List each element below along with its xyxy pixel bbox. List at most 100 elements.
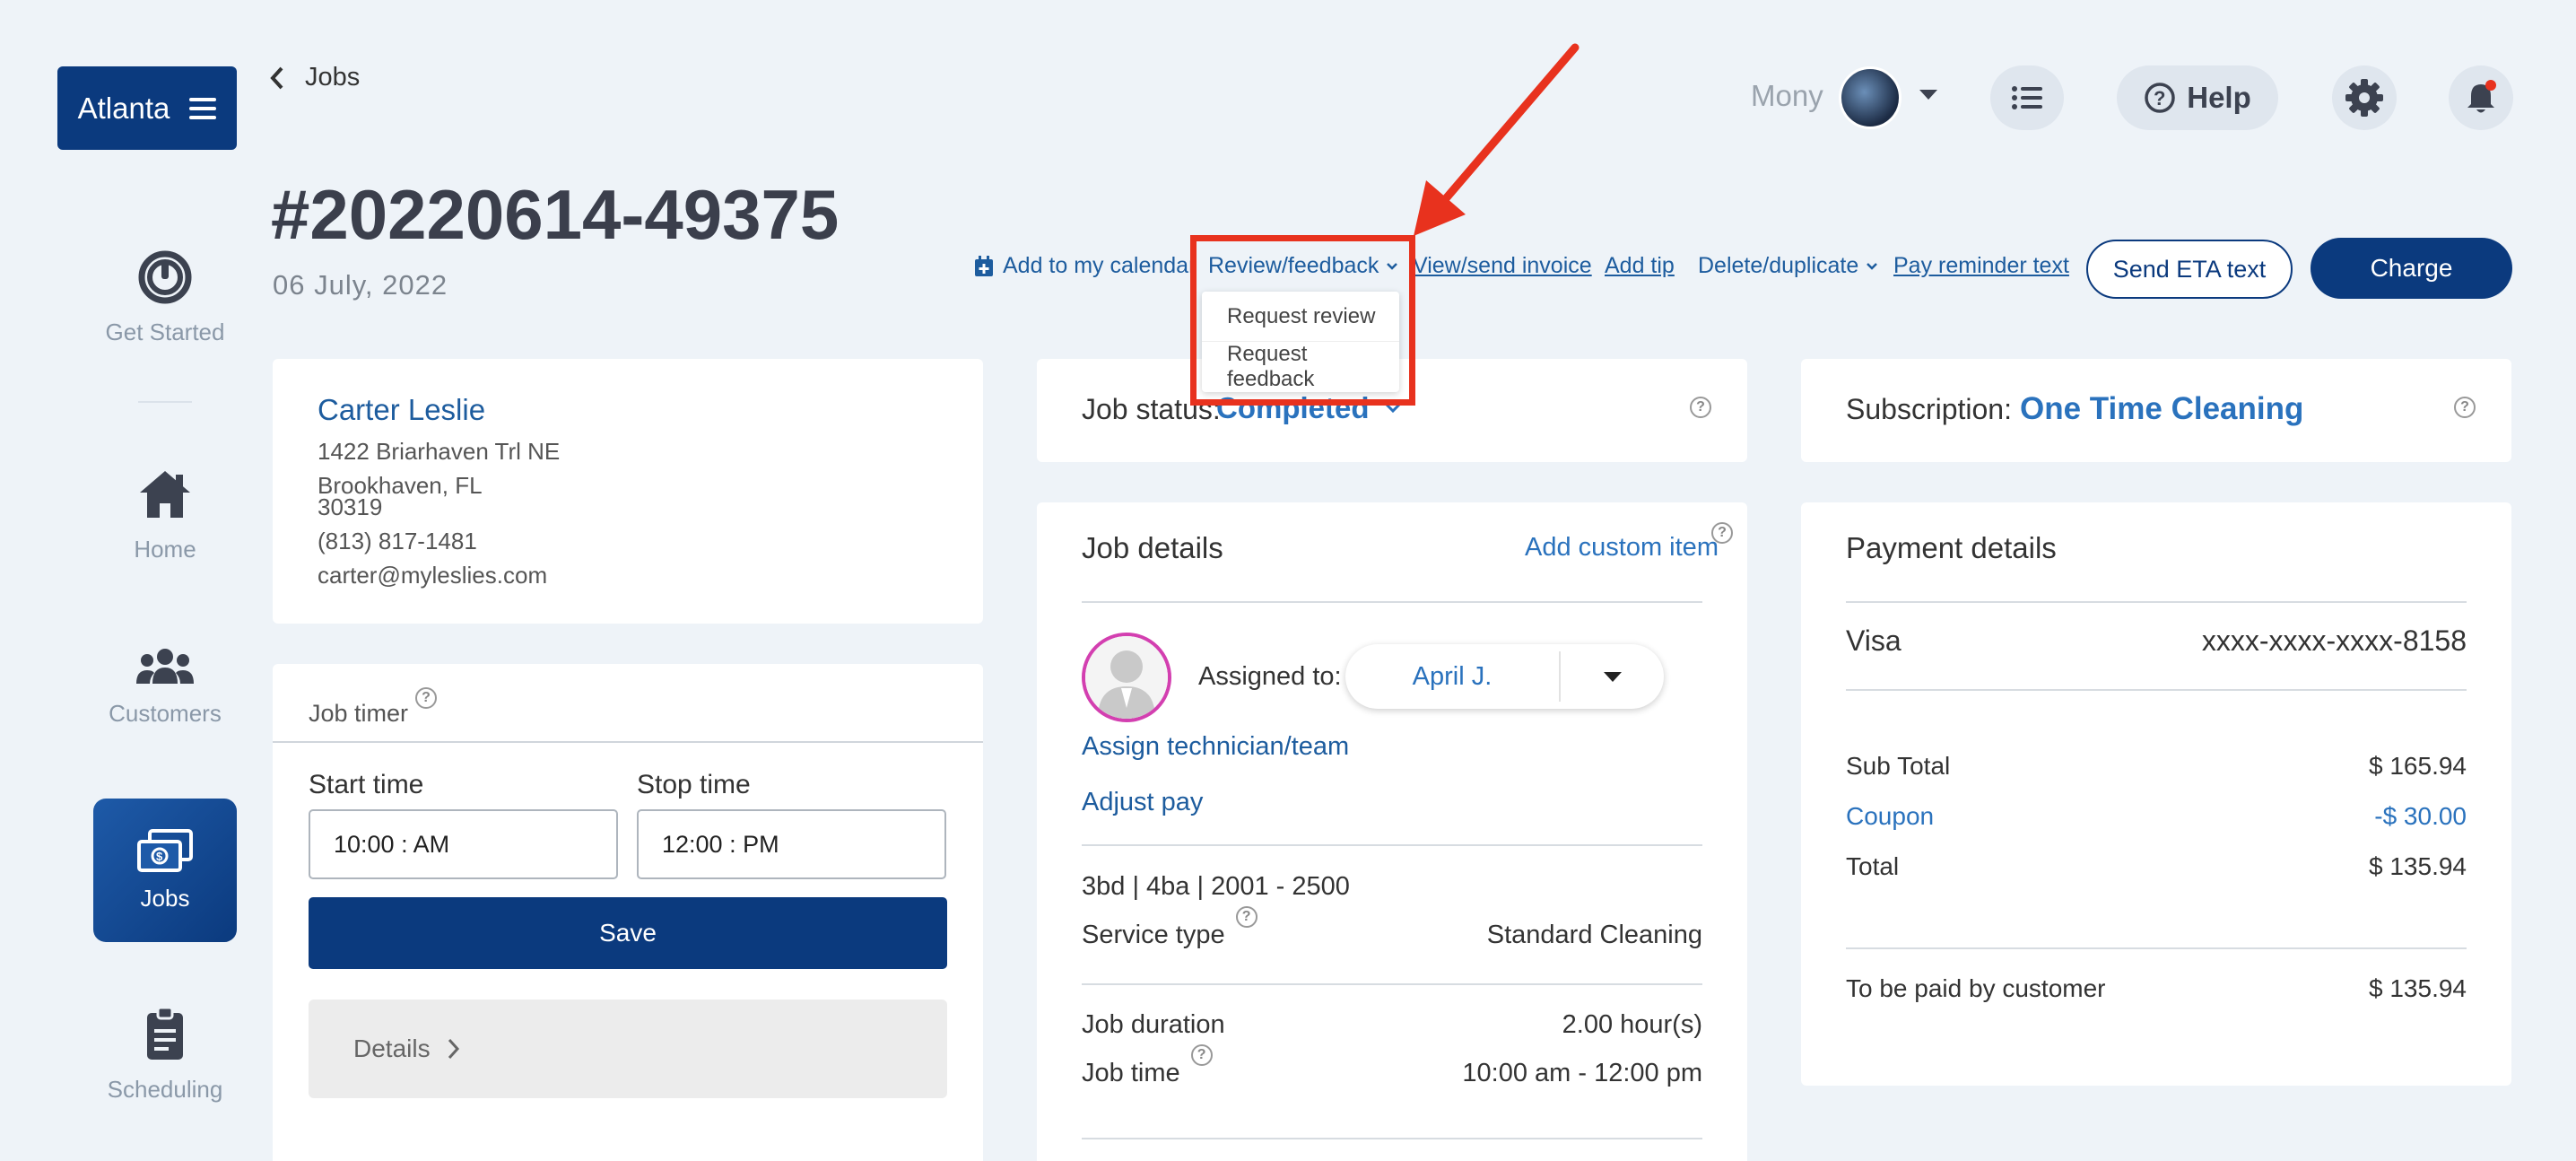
- service-type-value: Standard Cleaning: [1486, 921, 1702, 949]
- svg-text:$: $: [156, 850, 163, 863]
- bell-icon: [2467, 80, 2496, 113]
- property-info: 3bd | 4ba | 2001 - 2500: [1082, 872, 1350, 901]
- subtotal-row: Sub Total $ 165.94: [1846, 752, 2467, 781]
- svg-text:?: ?: [2154, 87, 2165, 109]
- details-toggle[interactable]: Details: [309, 1000, 947, 1098]
- job-details-card: Job details Add custom item ? Assigned t…: [1037, 502, 1747, 1161]
- nav-label: Customers: [109, 699, 222, 727]
- technician-select[interactable]: April J.: [1345, 644, 1664, 709]
- chevron-right-icon: [448, 1038, 459, 1060]
- notifications-button[interactable]: [2449, 65, 2513, 130]
- chevron-left-icon: [270, 66, 283, 89]
- service-type-label: Service type: [1082, 921, 1225, 949]
- job-date: 06 July, 2022: [273, 269, 448, 301]
- view-send-invoice-link[interactable]: View/send invoice: [1413, 253, 1592, 279]
- divider: [1846, 601, 2467, 603]
- total-row: Total $ 135.94: [1846, 852, 2467, 881]
- nav-label: Home: [134, 535, 196, 563]
- clipboard-icon: [147, 1006, 183, 1060]
- coupon-label[interactable]: Coupon: [1846, 802, 1934, 831]
- chevron-down-icon: [1867, 262, 1878, 270]
- assign-technician-link[interactable]: Assign technician/team: [1082, 732, 1349, 762]
- location-label: Atlanta: [77, 91, 170, 125]
- help-button[interactable]: ? Help: [2117, 65, 2278, 130]
- customer-phone: (813) 817-1481: [318, 528, 477, 554]
- nav-divider: [138, 401, 192, 403]
- avatar[interactable]: [1839, 66, 1902, 129]
- divider: [1082, 601, 1702, 603]
- customer-zip: 30319: [318, 493, 383, 520]
- pay-reminder-link[interactable]: Pay reminder text: [1893, 253, 2069, 279]
- calendar-plus-icon: [975, 255, 993, 276]
- divider: [1846, 947, 2467, 949]
- subscription-value: One Time Cleaning: [2020, 391, 2304, 426]
- help-circle-icon[interactable]: ?: [415, 687, 438, 709]
- job-details-title: Job details: [1082, 531, 1223, 564]
- job-time-label: Job time: [1082, 1059, 1180, 1087]
- back-to-jobs-link[interactable]: Jobs: [269, 63, 360, 92]
- customer-address-line1: 1422 Briarhaven Trl NE: [318, 438, 561, 465]
- divider: [1082, 844, 1702, 846]
- coupon-value: -$ 30.00: [2374, 802, 2467, 830]
- home-icon: [140, 470, 190, 518]
- adjust-pay-link[interactable]: Adjust pay: [1082, 788, 1203, 817]
- nav-jobs[interactable]: $ Jobs: [93, 799, 237, 942]
- location-menu-button[interactable]: Atlanta: [57, 66, 237, 150]
- nav-get-started[interactable]: Get Started: [54, 239, 276, 355]
- list-view-button[interactable]: [1990, 65, 2064, 130]
- customer-email: carter@myleslies.com: [318, 562, 548, 589]
- customer-card: Carter Leslie 1422 Briarhaven Trl NE Bro…: [273, 359, 983, 624]
- settings-button[interactable]: [2332, 65, 2397, 130]
- delete-duplicate-dropdown[interactable]: Delete/duplicate: [1698, 253, 1878, 279]
- add-to-calendar-label: Add to my calendar: [1003, 253, 1197, 278]
- send-eta-button[interactable]: Send ETA text: [2086, 240, 2293, 299]
- gear-icon: [2345, 79, 2383, 117]
- back-label: Jobs: [305, 63, 361, 92]
- help-circle-icon[interactable]: ?: [2454, 397, 2476, 418]
- job-timer-card: Job timer ? Start time Stop time 10:00 :…: [273, 664, 983, 1161]
- stop-time-label: Stop time: [637, 770, 751, 799]
- help-circle-icon[interactable]: ?: [1235, 906, 1258, 928]
- help-circle-icon[interactable]: ?: [1711, 522, 1733, 544]
- nav-label: Get Started: [105, 318, 225, 345]
- add-custom-item-link[interactable]: Add custom item: [1525, 533, 1719, 563]
- coupon-row[interactable]: Coupon -$ 30.00: [1846, 802, 2467, 831]
- card-row: Visa xxxx-xxxx-xxxx-8158: [1846, 624, 2467, 658]
- card-type: Visa: [1846, 624, 1902, 657]
- add-to-calendar-link[interactable]: Add to my calendar: [974, 253, 1196, 279]
- list-icon: [2012, 86, 2042, 109]
- payment-details-card: Payment details Visa xxxx-xxxx-xxxx-8158…: [1801, 502, 2511, 1086]
- power-icon: [138, 250, 192, 303]
- caret-down-icon[interactable]: [1919, 90, 1937, 100]
- highlight-box: [1190, 235, 1415, 406]
- subtotal-label: Sub Total: [1846, 752, 1951, 780]
- hamburger-icon: [189, 97, 217, 119]
- subtotal-value: $ 165.94: [2369, 752, 2467, 780]
- job-number-title: #20220614-49375: [271, 175, 840, 254]
- delete-duplicate-label: Delete/duplicate: [1698, 253, 1859, 278]
- nav-label: Scheduling: [107, 1075, 223, 1103]
- charge-button[interactable]: Charge: [2311, 238, 2512, 299]
- add-tip-link[interactable]: Add tip: [1605, 253, 1675, 279]
- service-type-row-label: Service type ?: [1082, 906, 1258, 950]
- save-button[interactable]: Save: [309, 897, 947, 969]
- help-circle-icon[interactable]: ?: [1190, 1044, 1213, 1066]
- assigned-to-label: Assigned to:: [1198, 662, 1342, 691]
- nav-customers[interactable]: Customers: [54, 633, 276, 741]
- job-timer-title: Job timer ?: [309, 687, 438, 728]
- start-time-input[interactable]: 10:00 : AM: [309, 809, 618, 879]
- total-value: $ 135.94: [2369, 852, 2467, 880]
- nav-scheduling[interactable]: Scheduling: [54, 996, 276, 1113]
- technician-avatar: [1082, 633, 1171, 722]
- to-be-paid-label: To be paid by customer: [1846, 974, 2106, 1002]
- caret-down-icon[interactable]: [1604, 672, 1622, 682]
- stop-time-input[interactable]: 12:00 : PM: [637, 809, 946, 879]
- nav-home[interactable]: Home: [54, 456, 276, 572]
- customer-name-link[interactable]: Carter Leslie: [318, 393, 485, 427]
- help-label: Help: [2187, 81, 2251, 114]
- help-circle-icon[interactable]: ?: [1690, 397, 1711, 418]
- job-time-row-label: Job time ?: [1082, 1044, 1213, 1088]
- details-label: Details: [353, 1034, 431, 1062]
- divider: [1082, 983, 1702, 985]
- customers-icon: [136, 648, 194, 684]
